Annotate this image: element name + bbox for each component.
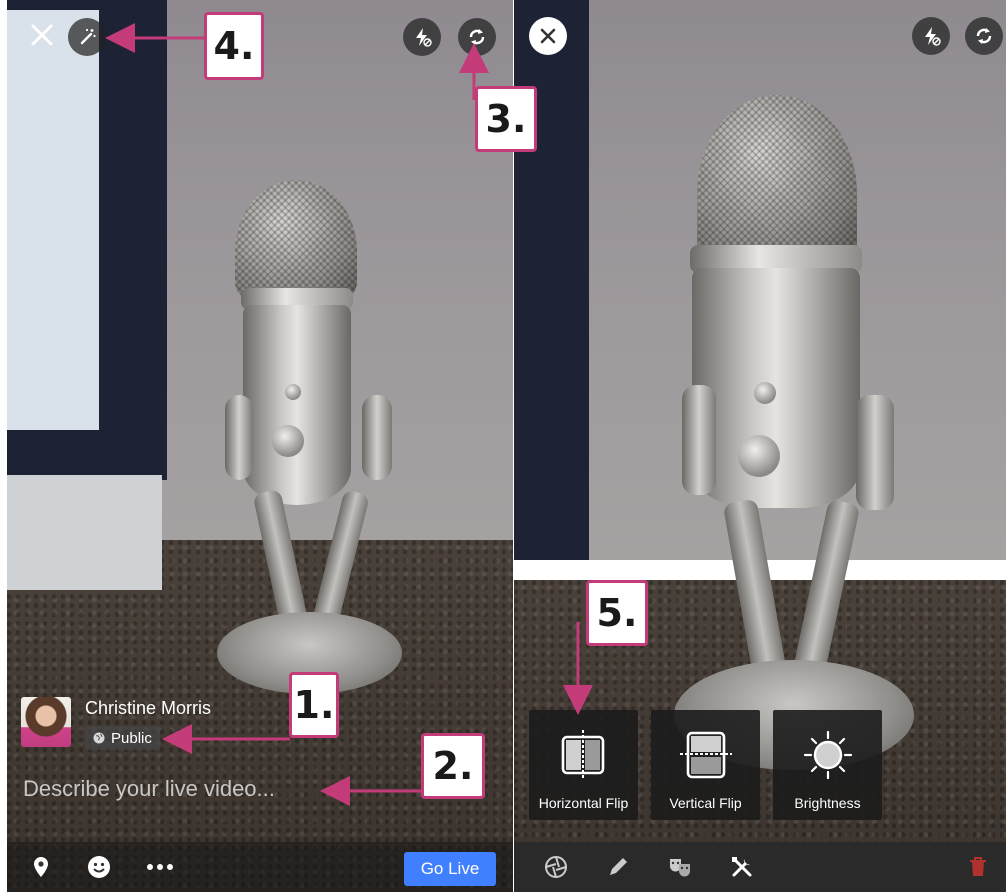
horizontal-flip-icon — [561, 730, 605, 780]
vertical-flip-icon — [680, 731, 732, 779]
effects-toolbar — [514, 842, 1006, 892]
close-icon[interactable] — [27, 20, 57, 50]
location-pin-icon[interactable] — [29, 855, 53, 879]
effect-label: Brightness — [794, 795, 861, 811]
close-icon — [540, 28, 556, 44]
close-button[interactable] — [529, 17, 567, 55]
flash-toggle-button[interactable] — [403, 18, 441, 56]
switch-camera-button[interactable] — [965, 17, 1003, 55]
go-live-button[interactable]: Go Live — [404, 852, 496, 886]
effect-label: Horizontal Flip — [538, 795, 629, 811]
privacy-selector[interactable]: Public — [85, 726, 160, 750]
flash-toggle-button[interactable] — [912, 17, 950, 55]
effects-screen: Horizontal Flip Vertical Flip Brightness — [514, 0, 1006, 892]
pencil-icon[interactable] — [606, 855, 630, 879]
brightness-icon — [803, 730, 853, 780]
effect-vertical-flip[interactable]: Vertical Flip — [651, 710, 760, 820]
callout-3: 3. — [475, 86, 537, 152]
effect-horizontal-flip[interactable]: Horizontal Flip — [529, 710, 638, 820]
magic-wand-icon — [80, 29, 96, 45]
effect-label: Vertical Flip — [669, 795, 742, 811]
smiley-icon[interactable] — [87, 855, 111, 879]
more-icon[interactable] — [145, 855, 175, 879]
user-name: Christine Morris — [85, 698, 212, 718]
trash-icon[interactable] — [966, 855, 990, 879]
globe-icon — [93, 732, 105, 744]
flash-off-icon — [925, 27, 941, 46]
monitor — [514, 0, 589, 560]
switch-camera-icon — [976, 28, 992, 44]
effect-brightness[interactable]: Brightness — [773, 710, 882, 820]
avatar — [21, 697, 71, 747]
tools-icon[interactable] — [730, 855, 754, 879]
callout-4: 4. — [204, 12, 264, 80]
masks-icon[interactable] — [668, 855, 692, 879]
switch-camera-button[interactable] — [458, 18, 496, 56]
callout-5: 5. — [586, 580, 648, 646]
magic-wand-button[interactable] — [68, 18, 106, 56]
privacy-label: Public — [111, 729, 152, 747]
aperture-icon[interactable] — [544, 855, 568, 879]
flash-off-icon — [416, 28, 432, 47]
callout-2: 2. — [421, 733, 485, 799]
describe-input[interactable] — [23, 776, 323, 802]
callout-1: 1. — [289, 672, 339, 738]
switch-camera-icon — [469, 29, 485, 45]
